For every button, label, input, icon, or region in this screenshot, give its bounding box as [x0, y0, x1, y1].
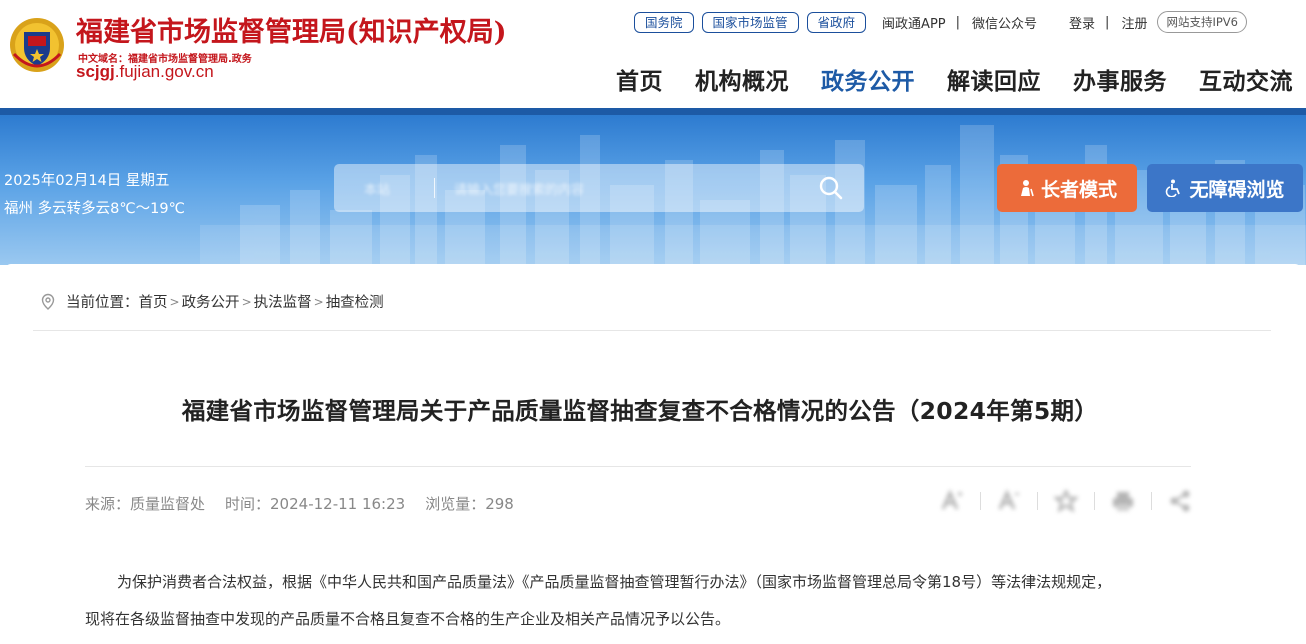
tool-separator	[1151, 492, 1152, 510]
breadcrumb-divider	[33, 330, 1271, 331]
search-input[interactable]: 请输入您要搜索的内容	[454, 179, 584, 198]
font-enlarge-icon[interactable]	[940, 490, 964, 512]
site-header: 福建省市场监督管理局(知识产权局) 中文域名：福建省市场监督管理局.政务 scj…	[0, 0, 1306, 108]
elder-mode-button[interactable]: 长者模式	[997, 164, 1137, 212]
nav-about[interactable]: 机构概况	[695, 62, 789, 96]
header-stripe	[0, 108, 1306, 115]
title-divider	[85, 466, 1191, 467]
breadcrumb-inspection[interactable]: 抽查检测	[326, 291, 384, 312]
accessibility-button[interactable]: 无障碍浏览	[1147, 164, 1303, 212]
top-links-bar: 国务院 国家市场监管 省政府 闽政通APP | 微信公众号 登录 | 注册 网站…	[634, 11, 1247, 33]
nav-gov-affairs[interactable]: 政务公开	[821, 62, 915, 96]
breadcrumb-arrow: >	[169, 294, 180, 309]
tool-separator	[1037, 492, 1038, 510]
favorite-star-icon[interactable]	[1054, 490, 1078, 512]
search-icon[interactable]	[818, 175, 844, 201]
weather-info: 福州 多云转多云8℃～19℃	[4, 201, 185, 217]
provincial-gov-link[interactable]: 省政府	[806, 11, 867, 33]
article-meta: 来源：质量监督处 时间：2024-12-11 16:23 浏览量：298	[85, 493, 534, 514]
state-council-link[interactable]: 国务院	[634, 11, 694, 33]
article-card: 当前位置： 首页 > 政务公开 > 执法监督 > 抽查检测 福建省市场监督管理局…	[5, 264, 1301, 644]
article-tools	[940, 490, 1192, 512]
banner: 2025年02月14日 星期五 福州 多云转多云8℃～19℃ 本站 请输入您要搜…	[0, 115, 1306, 265]
breadcrumb: 当前位置： 首页 > 政务公开 > 执法监督 > 抽查检测	[39, 291, 384, 312]
breadcrumb-enforcement[interactable]: 执法监督	[254, 291, 312, 312]
share-icon[interactable]	[1168, 490, 1192, 512]
main-nav: 首页 机构概况 政务公开 解读回应 办事服务 互动交流	[616, 62, 1293, 96]
wechat-link[interactable]: 微信公众号	[972, 13, 1037, 32]
print-icon[interactable]	[1111, 490, 1135, 512]
nav-services[interactable]: 办事服务	[1073, 62, 1167, 96]
wheelchair-icon	[1166, 179, 1181, 197]
site-title[interactable]: 福建省市场监督管理局(知识产权局)	[76, 10, 507, 49]
article-source: 来源：质量监督处	[85, 495, 206, 513]
article-paragraph-1: 为保护消费者合法权益，根据《中华人民共和国产品质量法》《产品质量监督抽查管理暂行…	[117, 573, 1112, 591]
nav-interaction[interactable]: 互动交流	[1199, 62, 1293, 96]
article-title: 福建省市场监督管理局关于产品质量监督抽查复查不合格情况的公告（2024年第5期）	[181, 397, 1099, 425]
app-link[interactable]: 闽政通APP	[882, 13, 946, 32]
breadcrumb-gov-affairs[interactable]: 政务公开	[182, 291, 240, 312]
ipv6-badge: 网站支持IPV6	[1157, 11, 1247, 33]
search-scope-select[interactable]: 本站	[364, 179, 390, 198]
search-divider	[434, 178, 435, 198]
current-date: 2025年02月14日 星期五	[4, 173, 170, 189]
article-paragraph-2: 现将在各级监督抽查中发现的产品质量不合格且复查不合格的生产企业及相关产品情况予以…	[85, 610, 731, 628]
elder-person-icon	[1020, 180, 1034, 197]
link-separator: |	[955, 14, 961, 30]
tool-separator	[980, 492, 981, 510]
samr-link[interactable]: 国家市场监管	[701, 11, 799, 33]
link-separator: |	[1105, 14, 1110, 30]
location-pin-icon	[41, 293, 55, 310]
breadcrumb-home[interactable]: 首页	[139, 291, 168, 312]
elder-mode-label: 长者模式	[1040, 178, 1117, 201]
site-domain: scjgj.fujian.gov.cn	[76, 62, 214, 82]
breadcrumb-label: 当前位置：	[66, 295, 139, 311]
nav-interpretation[interactable]: 解读回应	[947, 62, 1041, 96]
police-emblem-icon[interactable]	[8, 14, 66, 76]
search-box[interactable]: 本站 请输入您要搜索的内容	[334, 164, 864, 212]
breadcrumb-arrow: >	[313, 294, 324, 309]
domain-rest: .fujian.gov.cn	[114, 62, 214, 81]
tool-separator	[1094, 492, 1095, 510]
font-reduce-icon[interactable]	[997, 490, 1021, 512]
register-link[interactable]: 注册	[1121, 13, 1147, 32]
login-link[interactable]: 登录	[1069, 13, 1095, 32]
breadcrumb-arrow: >	[241, 294, 252, 309]
article-time: 时间：2024-12-11 16:23	[225, 495, 406, 513]
nav-home[interactable]: 首页	[616, 62, 663, 96]
accessibility-label: 无障碍浏览	[1189, 178, 1285, 201]
domain-bold: scjgj	[76, 62, 115, 81]
article-views: 浏览量：298	[425, 495, 514, 513]
